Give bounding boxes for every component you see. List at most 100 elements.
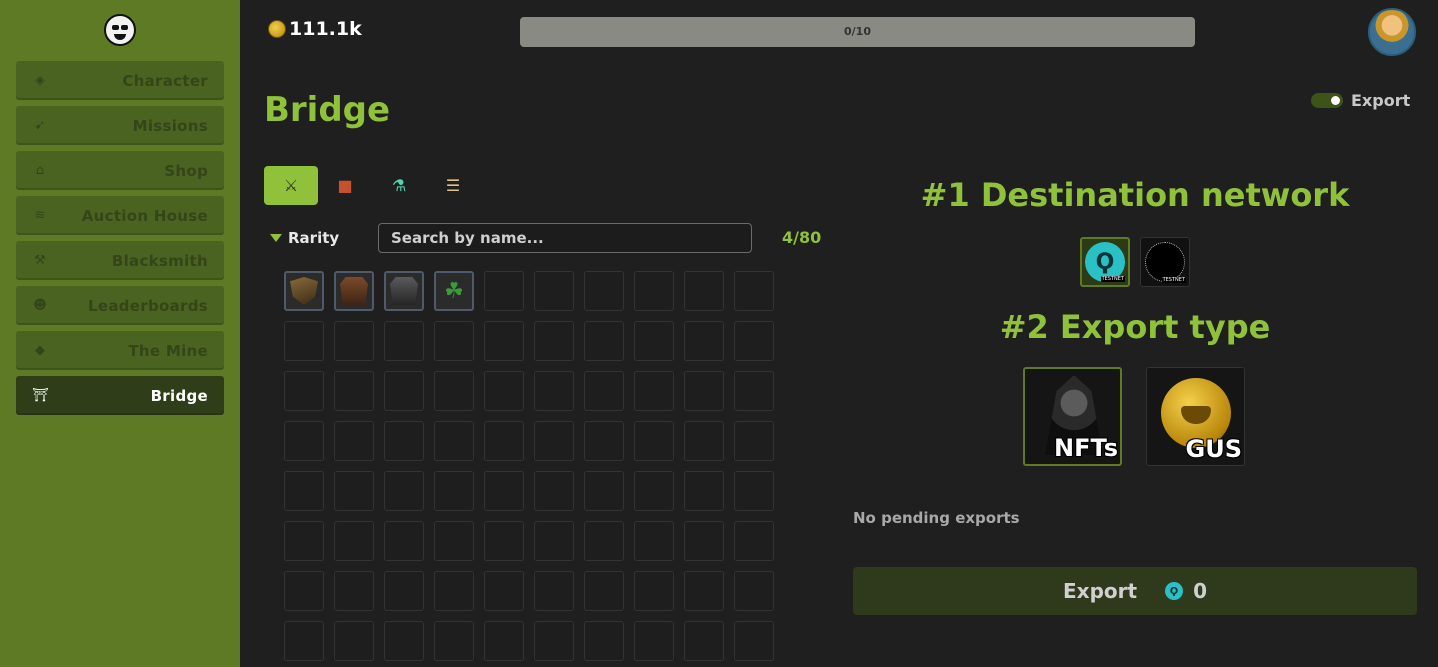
inventory-slot[interactable]	[434, 621, 474, 661]
inventory-slot[interactable]	[334, 271, 374, 311]
inventory-slot[interactable]	[634, 271, 674, 311]
inventory-slot[interactable]	[384, 321, 424, 361]
inventory-slot[interactable]	[284, 421, 324, 461]
inventory-slot[interactable]	[584, 521, 624, 561]
inventory-slot[interactable]	[434, 571, 474, 611]
inventory-slot[interactable]	[534, 571, 574, 611]
inventory-slot[interactable]	[584, 571, 624, 611]
inventory-slot[interactable]	[584, 471, 624, 511]
sidebar-item-blacksmith[interactable]: ⚒ Blacksmith	[16, 241, 224, 280]
inventory-slot[interactable]	[284, 621, 324, 661]
inventory-slot[interactable]	[634, 321, 674, 361]
search-input[interactable]	[378, 223, 752, 253]
inventory-slot[interactable]	[634, 421, 674, 461]
export-toggle[interactable]: Export	[1311, 91, 1410, 110]
inventory-slot[interactable]	[484, 471, 524, 511]
tab-weapons[interactable]: ⚔	[264, 166, 318, 205]
inventory-slot[interactable]	[584, 321, 624, 361]
inventory-slot[interactable]	[684, 471, 724, 511]
inventory-slot[interactable]	[434, 371, 474, 411]
inventory-slot[interactable]	[534, 271, 574, 311]
inventory-slot[interactable]	[284, 471, 324, 511]
inventory-slot[interactable]	[634, 471, 674, 511]
inventory-slot[interactable]	[584, 621, 624, 661]
inventory-slot[interactable]	[534, 521, 574, 561]
sidebar-item-bridge[interactable]: ⛩ Bridge	[16, 376, 224, 415]
inventory-slot[interactable]	[384, 271, 424, 311]
avatar[interactable]	[1368, 8, 1416, 56]
inventory-slot[interactable]	[384, 421, 424, 461]
toggle-switch[interactable]	[1311, 93, 1343, 108]
export-type-gus[interactable]: GUS	[1146, 367, 1245, 466]
inventory-slot[interactable]	[684, 421, 724, 461]
inventory-slot[interactable]	[484, 271, 524, 311]
tab-materials[interactable]: ■	[318, 166, 372, 205]
inventory-slot[interactable]	[534, 371, 574, 411]
inventory-slot[interactable]	[684, 271, 724, 311]
inventory-slot[interactable]	[434, 421, 474, 461]
inventory-slot[interactable]	[334, 421, 374, 461]
inventory-slot[interactable]	[684, 371, 724, 411]
inventory-slot[interactable]	[534, 471, 574, 511]
inventory-slot[interactable]	[584, 371, 624, 411]
inventory-slot[interactable]	[284, 571, 324, 611]
inventory-slot[interactable]	[684, 621, 724, 661]
inventory-slot[interactable]	[734, 521, 774, 561]
inventory-slot[interactable]	[684, 321, 724, 361]
inventory-slot[interactable]	[684, 571, 724, 611]
sidebar-item-leaderboards[interactable]: ☻ Leaderboards	[16, 286, 224, 325]
inventory-slot[interactable]	[434, 321, 474, 361]
tab-potions[interactable]: ⚗	[372, 166, 426, 205]
network-option-testnet[interactable]: Ϙ TESTNET	[1080, 237, 1130, 287]
inventory-slot[interactable]	[734, 371, 774, 411]
inventory-slot[interactable]	[684, 521, 724, 561]
inventory-slot[interactable]	[634, 621, 674, 661]
inventory-slot[interactable]	[384, 471, 424, 511]
inventory-slot[interactable]	[584, 421, 624, 461]
sidebar-item-auction-house[interactable]: ≋ Auction House	[16, 196, 224, 235]
inventory-slot[interactable]	[534, 321, 574, 361]
inventory-slot[interactable]	[334, 321, 374, 361]
inventory-slot[interactable]	[334, 471, 374, 511]
sidebar-item-the-mine[interactable]: ◆ The Mine	[16, 331, 224, 370]
sidebar-item-character[interactable]: ◈ Character	[16, 61, 224, 100]
inventory-slot[interactable]	[284, 271, 324, 311]
inventory-slot[interactable]	[734, 571, 774, 611]
inventory-slot[interactable]	[334, 621, 374, 661]
orc-logo-icon[interactable]	[104, 14, 136, 46]
inventory-slot[interactable]	[734, 271, 774, 311]
export-type-nfts[interactable]: NFTs	[1023, 367, 1122, 466]
inventory-slot[interactable]	[384, 371, 424, 411]
inventory-slot[interactable]	[484, 521, 524, 561]
inventory-slot[interactable]	[634, 521, 674, 561]
inventory-slot[interactable]	[534, 421, 574, 461]
inventory-slot[interactable]	[434, 521, 474, 561]
inventory-slot[interactable]	[734, 621, 774, 661]
inventory-slot[interactable]	[334, 571, 374, 611]
tab-scrolls[interactable]: ☰	[426, 166, 480, 205]
inventory-slot[interactable]	[484, 321, 524, 361]
inventory-slot[interactable]	[484, 421, 524, 461]
rarity-filter[interactable]: Rarity	[270, 229, 339, 247]
inventory-slot[interactable]	[534, 621, 574, 661]
inventory-slot[interactable]	[384, 521, 424, 561]
inventory-slot[interactable]	[634, 571, 674, 611]
inventory-slot[interactable]	[484, 621, 524, 661]
inventory-slot[interactable]	[634, 371, 674, 411]
inventory-slot[interactable]	[334, 521, 374, 561]
inventory-slot[interactable]	[734, 321, 774, 361]
inventory-slot[interactable]	[284, 321, 324, 361]
inventory-slot[interactable]	[734, 471, 774, 511]
inventory-slot[interactable]	[484, 371, 524, 411]
network-option-iota-testnet[interactable]: TESTNET	[1140, 237, 1190, 287]
sidebar-item-missions[interactable]: ➹ Missions	[16, 106, 224, 145]
export-button[interactable]: Export Ϙ 0	[853, 567, 1417, 615]
inventory-slot[interactable]: ☘	[434, 271, 474, 311]
inventory-slot[interactable]	[734, 421, 774, 461]
inventory-slot[interactable]	[284, 371, 324, 411]
inventory-slot[interactable]	[384, 571, 424, 611]
inventory-slot[interactable]	[334, 371, 374, 411]
inventory-slot[interactable]	[384, 621, 424, 661]
sidebar-item-shop[interactable]: ⌂ Shop	[16, 151, 224, 190]
inventory-slot[interactable]	[284, 521, 324, 561]
